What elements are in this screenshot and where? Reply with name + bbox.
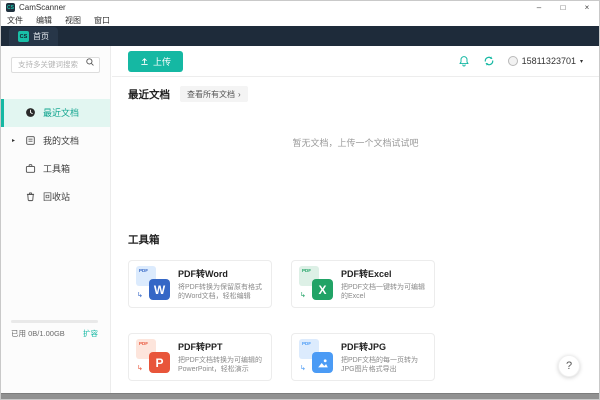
- image-glyph: [312, 352, 333, 373]
- avatar: [508, 56, 518, 66]
- upload-button-label: 上传: [153, 55, 171, 68]
- card-title: PDF转Word: [178, 267, 264, 280]
- card-pdf-to-ppt[interactable]: PDF ↳ P PDF转PPT 把PDF文档转换为可编辑的PowerPoint，…: [128, 333, 272, 381]
- window-bottom-edge: [1, 393, 599, 399]
- sidebar-item-label: 最近文档: [43, 106, 79, 119]
- sidebar: 最近文档 ▸ 我的文档 工具箱: [1, 46, 111, 393]
- title-bar: CS CamScanner – □ ×: [1, 1, 599, 14]
- minimize-button[interactable]: –: [527, 1, 551, 14]
- account-phone: 15811323701: [522, 56, 576, 66]
- app-title: CamScanner: [19, 3, 66, 12]
- top-toolbar: 上传 15811323701 ▾: [112, 46, 599, 77]
- empty-state-text: 暂无文档，上传一个文档试试吧: [128, 136, 583, 149]
- card-pdf-to-excel[interactable]: PDF ↳ X PDF转Excel 把PDF文档一键转为可编辑的Excel: [291, 260, 435, 308]
- search-box: [11, 54, 100, 73]
- account-menu[interactable]: 15811323701 ▾: [508, 56, 583, 66]
- clock-icon: [25, 107, 36, 118]
- close-button[interactable]: ×: [575, 1, 599, 14]
- card-title: PDF转PPT: [178, 340, 264, 353]
- sidebar-item-toolbox[interactable]: 工具箱: [1, 155, 110, 183]
- sidebar-item-my-docs[interactable]: ▸ 我的文档: [1, 127, 110, 155]
- sidebar-item-recent-docs[interactable]: 最近文档: [1, 99, 110, 127]
- toolbox-section: 工具箱 PDF ↳ W PDF转Word 将PDF转换为保留原有格式的Word文…: [128, 232, 575, 381]
- toolbox-title: 工具箱: [128, 232, 575, 247]
- app-window: CS CamScanner – □ × 文件 编辑 视图 窗口 CS 首页: [0, 0, 600, 400]
- main-area: 上传 15811323701 ▾: [112, 46, 599, 393]
- maximize-button[interactable]: □: [551, 1, 575, 14]
- menu-file[interactable]: 文件: [7, 15, 23, 26]
- sync-icon[interactable]: [483, 55, 495, 67]
- pdf-to-word-icon: PDF ↳ W: [136, 266, 170, 300]
- convert-arrow-icon: ↳: [137, 365, 143, 372]
- sidebar-item-label: 我的文档: [43, 134, 79, 147]
- sidebar-item-label: 回收站: [43, 190, 70, 203]
- upload-button[interactable]: 上传: [128, 51, 183, 72]
- storage-used-label: 已用 0B/1.00GB: [11, 328, 65, 339]
- recent-docs-section: 最近文档 查看所有文档 › 暂无文档，上传一个文档试试吧: [112, 77, 599, 149]
- tab-home-label: 首页: [33, 31, 49, 42]
- card-description: 将PDF转换为保留原有格式的Word文档，轻松编辑: [178, 283, 264, 302]
- help-button[interactable]: ?: [558, 355, 580, 377]
- convert-arrow-icon: ↳: [300, 365, 306, 372]
- search-icon[interactable]: [85, 57, 95, 67]
- excel-glyph: X: [312, 279, 333, 300]
- view-all-docs-link[interactable]: 查看所有文档 ›: [180, 86, 248, 102]
- storage-expand-link[interactable]: 扩容: [83, 328, 98, 339]
- cs-logo-icon: CS: [18, 31, 29, 42]
- trash-icon: [25, 191, 36, 202]
- caret-down-icon: ▾: [580, 58, 583, 65]
- tab-home[interactable]: CS 首页: [9, 27, 58, 46]
- menu-edit[interactable]: 编辑: [36, 15, 52, 26]
- recent-docs-title: 最近文档: [128, 87, 170, 102]
- storage-meter: 已用 0B/1.00GB 扩容: [11, 320, 98, 339]
- tab-bar: CS 首页: [1, 26, 599, 46]
- ppt-glyph: P: [149, 352, 170, 373]
- convert-arrow-icon: ↳: [137, 292, 143, 299]
- card-title: PDF转Excel: [341, 267, 427, 280]
- app-logo-icon: CS: [6, 3, 15, 12]
- menu-window[interactable]: 窗口: [94, 15, 110, 26]
- menu-view[interactable]: 视图: [65, 15, 81, 26]
- card-description: 把PDF文档转换为可编辑的PowerPoint，轻松演示: [178, 356, 264, 375]
- view-all-label: 查看所有文档: [187, 89, 235, 100]
- notification-bell-icon[interactable]: [458, 55, 470, 67]
- document-icon: [25, 135, 36, 146]
- word-glyph: W: [149, 279, 170, 300]
- storage-progress-bar: [11, 320, 98, 323]
- card-description: 把PDF文档的每一页转为JPG图片格式导出: [341, 356, 427, 375]
- card-pdf-to-jpg[interactable]: PDF ↳ PDF转JPG 把PDF文档的每一页转为JPG图片格式导出: [291, 333, 435, 381]
- pdf-to-excel-icon: PDF ↳ X: [299, 266, 333, 300]
- sidebar-nav: 最近文档 ▸ 我的文档 工具箱: [1, 99, 110, 211]
- card-title: PDF转JPG: [341, 340, 427, 353]
- toolbox-cards: PDF ↳ W PDF转Word 将PDF转换为保留原有格式的Word文档，轻松…: [128, 260, 575, 381]
- sidebar-item-label: 工具箱: [43, 162, 70, 175]
- menu-bar: 文件 编辑 视图 窗口: [1, 14, 599, 26]
- briefcase-icon: [25, 163, 36, 174]
- pdf-to-jpg-icon: PDF ↳: [299, 339, 333, 373]
- upload-icon: [140, 57, 149, 66]
- expand-arrow-icon[interactable]: ▸: [12, 137, 15, 144]
- chevron-right-icon: ›: [238, 90, 241, 99]
- sidebar-item-recycle-bin[interactable]: 回收站: [1, 183, 110, 211]
- card-pdf-to-word[interactable]: PDF ↳ W PDF转Word 将PDF转换为保留原有格式的Word文档，轻松…: [128, 260, 272, 308]
- convert-arrow-icon: ↳: [300, 292, 306, 299]
- card-description: 把PDF文档一键转为可编辑的Excel: [341, 283, 427, 302]
- pdf-to-ppt-icon: PDF ↳ P: [136, 339, 170, 373]
